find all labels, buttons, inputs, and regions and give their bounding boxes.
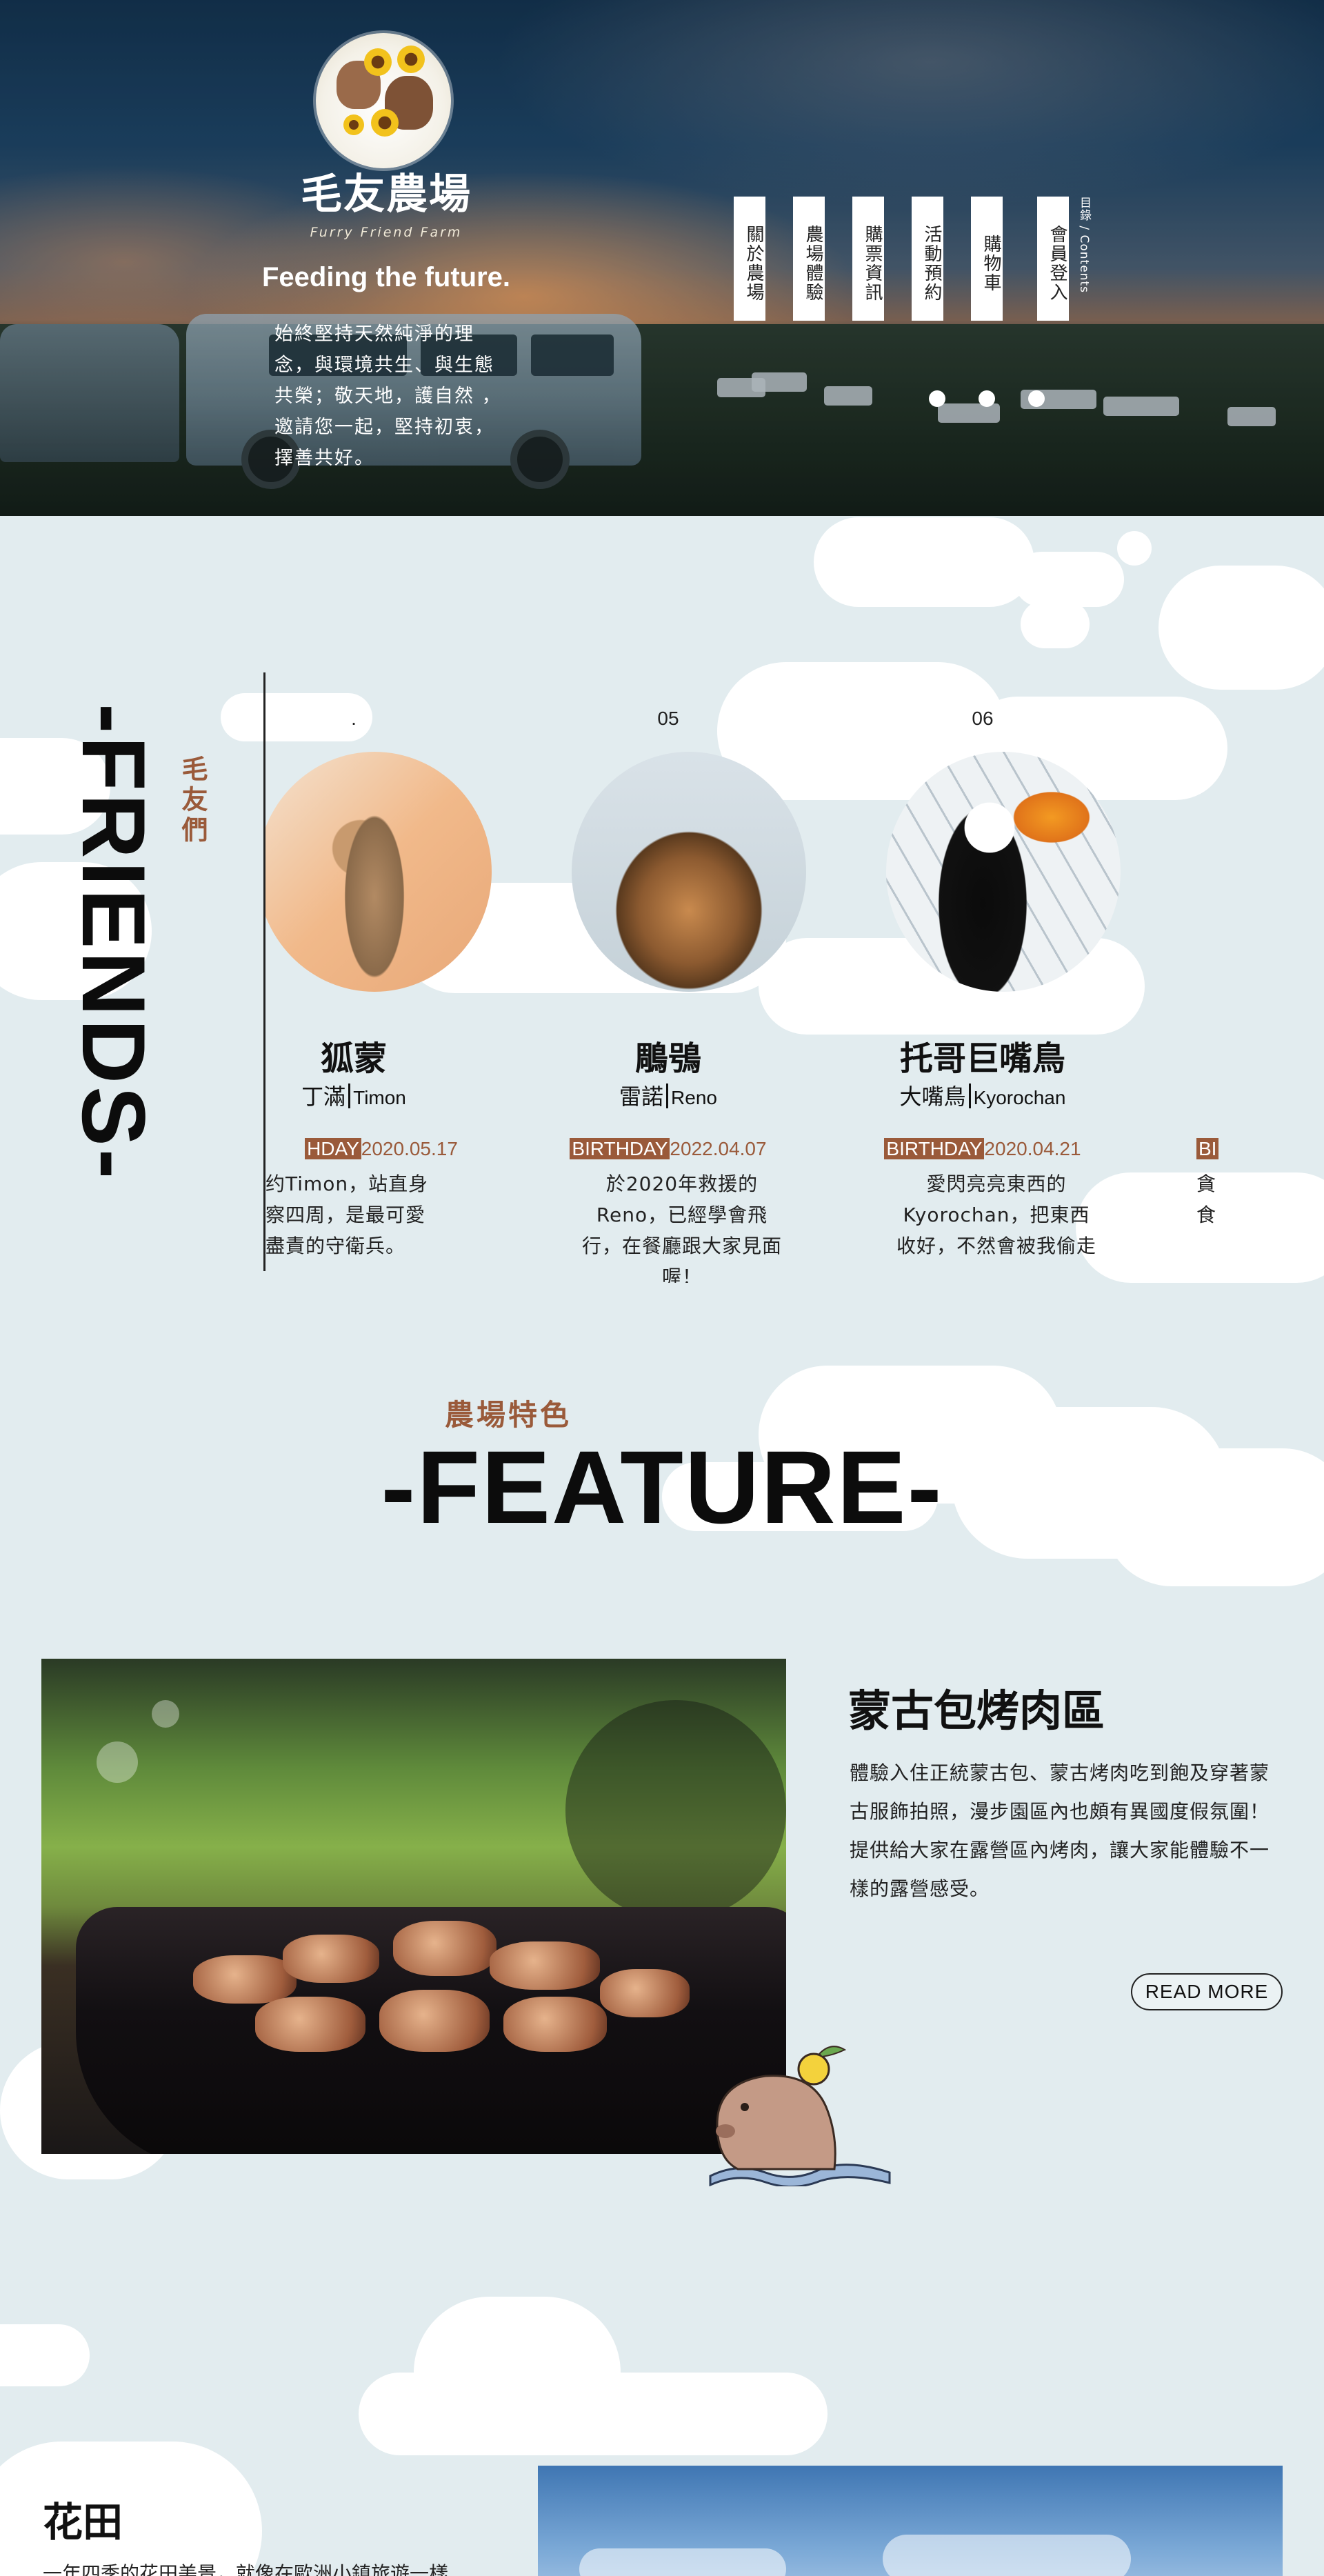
feature-item-title: 蒙古包烤肉區 [848, 1686, 1105, 1736]
brand-logo[interactable] [316, 33, 451, 168]
slider-dot[interactable] [979, 390, 995, 407]
cloud-decoration [1158, 566, 1324, 690]
friend-birthday: HDAY 2020.05.17 [265, 1138, 526, 1160]
cloud-decoration [359, 2373, 828, 2455]
brand-name-en: Furry Friend Farm [310, 225, 463, 240]
friend-description: 於2020年救援的Reno，已經學會飛行，在餐廳跟大家見面喔！ [581, 1172, 782, 1283]
birthday-tag: BI [1196, 1138, 1219, 1159]
friend-description: 愛閃亮亮東西的Kyorochan，把東西收好，不然會被我偷走 [896, 1172, 1096, 1257]
grill [76, 1907, 786, 2154]
nav-experience[interactable]: 農場體驗 [793, 197, 825, 321]
sunflower-icon [371, 109, 399, 137]
friend-name: 鵰鴞 [634, 1039, 701, 1078]
friend-description: 貪食 [1196, 1172, 1217, 1226]
bbq-photo [41, 1659, 786, 2154]
nav-about[interactable]: 關於農場 [734, 197, 765, 321]
friend-birthday: BIRTHDAY 2022.04.07 [523, 1138, 813, 1160]
friend-card[interactable]: BI 貪食 [1196, 683, 1324, 1276]
friend-name: 托哥巨嘴鳥 [899, 1039, 1065, 1078]
nav-tickets[interactable]: 購票資訊 [852, 197, 884, 321]
friend-photo-owl [572, 752, 806, 992]
read-more-button[interactable]: READ MORE [1131, 1973, 1283, 2010]
feature-item-description: 體驗入住正統蒙古包、蒙古烤肉吃到飽及穿著蒙古服飾拍照，漫步園區內也頗有異國度假氛… [850, 1761, 1270, 1900]
birthday-tag: BIRTHDAY [570, 1138, 670, 1159]
friend-nickname: 大嘴鳥 Kyorochan [838, 1079, 1127, 1111]
friend-nickname-en: Timon [353, 1087, 406, 1108]
friend-card[interactable]: 06 托哥巨嘴鳥 大嘴鳥 Kyorochan BIRTHDAY 2020.04.21… [838, 683, 1127, 1276]
birthday-date: 2020.04.21 [984, 1138, 1081, 1159]
birthday-tag: BIRTHDAY [884, 1138, 985, 1159]
cloud-decoration [1117, 531, 1152, 566]
friend-card-number: 06 [972, 708, 994, 729]
cloud-decoration [814, 517, 1034, 607]
sunflower-icon [397, 46, 425, 73]
hero-banner: 毛友農場 Furry Friend Farm Feeding the futur… [0, 0, 1324, 516]
capybara-mascot-icon [709, 2046, 891, 2186]
cloud-decoration [1014, 552, 1124, 607]
feature-item-description: 一年四季的花田美景，就像在歐洲小鎮旅遊一樣…… [43, 2562, 488, 2576]
cloud-decoration [1021, 600, 1090, 648]
friends-carousel[interactable]: . 狐蒙 丁滿 Timon HDAY 2020.05.17 约Timon，站直身察四… [265, 683, 1324, 1283]
nav-booking[interactable]: 活動預約 [912, 197, 943, 321]
friend-photo-toucan [886, 752, 1121, 992]
friends-subtitle: 毛友們 [177, 755, 208, 846]
friend-birthday: BI [1196, 1138, 1324, 1160]
friend-name: 狐蒙 [320, 1039, 387, 1078]
feature-item-title: 花田 [43, 2499, 123, 2546]
feature-title: -FEATURE- [381, 1429, 943, 1545]
nav-contents-label: 目錄 / Contents [1077, 197, 1091, 294]
sunflower-icon [343, 114, 364, 135]
friends-title: -FRIENDS- [63, 703, 164, 1182]
brand-name: 毛友農場 [301, 170, 472, 219]
friend-card-number: 05 [657, 708, 679, 729]
friend-card-number: . [351, 708, 357, 729]
friend-nickname-en: Reno [671, 1087, 717, 1108]
slider-dot[interactable] [929, 390, 945, 407]
friend-nickname-zh: 雷諾 [619, 1084, 664, 1110]
cloud-decoration [0, 2324, 90, 2386]
friend-card[interactable]: 05 鵰鴞 雷諾 Reno BIRTHDAY 2022.04.07 於2020年救援… [523, 683, 813, 1283]
friend-description: 约Timon，站直身察四周，是最可愛盡責的守衛兵。 [265, 1172, 429, 1257]
friend-birthday: BIRTHDAY 2020.04.21 [838, 1138, 1127, 1160]
flower-field-photo [538, 2466, 1283, 2576]
cloud-decoration [0, 2442, 262, 2576]
brand-tagline: Feeding the future. [262, 262, 510, 292]
birthday-tag: HDAY [305, 1138, 361, 1159]
slider-dot[interactable] [1028, 390, 1045, 407]
nav-cart[interactable]: 購物車 [971, 197, 1003, 321]
friend-nickname: 雷諾 Reno [523, 1079, 813, 1111]
friend-card[interactable]: . 狐蒙 丁滿 Timon HDAY 2020.05.17 约Timon，站直身察四… [265, 683, 499, 1276]
friend-nickname: 丁滿 Timon [265, 1079, 499, 1111]
birthday-date: 2022.04.07 [670, 1138, 767, 1159]
nav-login[interactable]: 會員登入 [1037, 197, 1069, 321]
friend-photo-meerkat [265, 752, 492, 992]
friend-nickname-zh: 大嘴鳥 [899, 1084, 966, 1110]
hero-overlay [0, 0, 1324, 516]
friend-nickname-en: Kyorochan [973, 1087, 1066, 1108]
friend-nickname-zh: 丁滿 [301, 1084, 346, 1110]
brand-intro: 始終堅持天然純淨的理念，與環境共生、與生態共榮；敬天地，護自然 ，邀請您一起，堅… [274, 323, 502, 469]
sunflower-icon [364, 48, 392, 76]
birthday-date: 2020.05.17 [361, 1138, 458, 1159]
